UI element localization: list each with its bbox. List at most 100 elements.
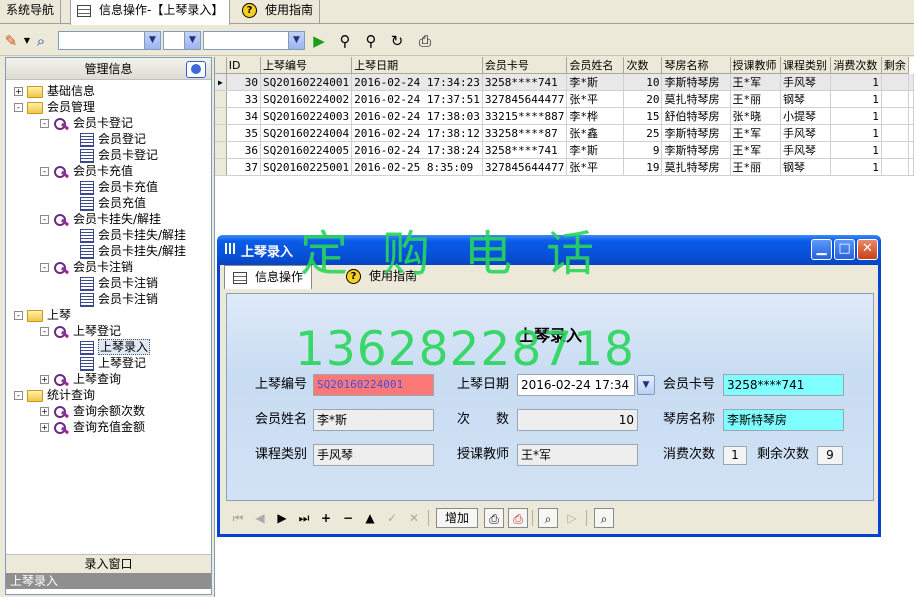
collapse-icon[interactable]: - xyxy=(14,391,23,400)
close-button[interactable]: ✕ xyxy=(857,239,878,260)
tree-node[interactable]: + 查询充值金额 xyxy=(40,419,145,435)
table-cell[interactable]: 手风琴 xyxy=(780,73,832,91)
window-menu-icon[interactable] xyxy=(225,243,235,254)
table-cell[interactable] xyxy=(881,107,910,125)
table-row[interactable]: ▶ 30 SQ20160224001 2016-02-24 17:34:23 3258*… xyxy=(215,73,914,91)
tab-info-operation[interactable]: 信息操作-【上琴录入】 xyxy=(70,0,231,25)
tree-node[interactable]: 会员卡登记 xyxy=(66,147,158,163)
table-cell[interactable]: 10 xyxy=(623,73,663,91)
room-field[interactable]: 李斯特琴房 xyxy=(723,409,844,431)
first-record-icon[interactable]: ⏮ xyxy=(228,508,248,528)
expand-icon[interactable]: + xyxy=(14,87,23,96)
table-cell[interactable]: 33258****87 xyxy=(482,124,568,142)
table-cell[interactable]: 王*丽 xyxy=(730,90,781,108)
count-field[interactable]: 10 xyxy=(517,409,638,431)
last-record-icon[interactable]: ⏭ xyxy=(294,508,314,528)
tree-node[interactable]: - 会员卡挂失/解挂 xyxy=(40,211,161,227)
table-cell[interactable]: 2016-02-25 8:35:09 xyxy=(351,158,483,176)
expand-icon[interactable]: + xyxy=(40,423,49,432)
table-cell[interactable]: 34 xyxy=(226,107,261,125)
column-header[interactable]: 授课教师 xyxy=(730,57,781,74)
table-cell[interactable]: 2016-02-24 17:38:12 xyxy=(351,124,483,142)
tree-node[interactable]: 会员卡注销 xyxy=(66,275,158,291)
row-indicator[interactable] xyxy=(215,90,227,108)
table-row[interactable]: 36 SQ20160224005 2016-02-24 17:38:24 3258**… xyxy=(215,141,914,159)
table-cell[interactable]: 1 xyxy=(830,124,882,142)
table-cell[interactable]: 李斯特琴房 xyxy=(661,141,731,159)
table-cell[interactable]: SQ20160224003 xyxy=(260,107,353,125)
search-user-icon[interactable]: ⚲ xyxy=(334,30,356,52)
table-cell[interactable]: 2016-02-24 17:34:23 xyxy=(351,73,483,91)
table-cell[interactable]: 25 xyxy=(623,124,663,142)
add-button[interactable]: 增加 xyxy=(436,508,478,528)
dialog-title-bar[interactable]: 上琴录入 ▁ □ ✕ xyxy=(217,235,881,265)
table-cell[interactable]: 张*平 xyxy=(566,158,625,176)
filter-field-combo[interactable]: ▼ xyxy=(58,31,161,50)
table-cell[interactable]: 张*鑫 xyxy=(566,124,625,142)
table-row[interactable]: 34 SQ20160224003 2016-02-24 17:38:03 33215*… xyxy=(215,107,914,125)
table-cell[interactable] xyxy=(881,124,910,142)
table-cell[interactable]: 张*晓 xyxy=(730,107,781,125)
table-cell[interactable]: 3258****741 xyxy=(482,73,568,91)
column-header[interactable]: 会员姓名 xyxy=(566,57,625,74)
row-indicator[interactable] xyxy=(215,158,227,176)
tree-node[interactable]: - 会员管理 xyxy=(14,99,95,115)
tree-node[interactable]: 会员卡充值 xyxy=(66,179,158,195)
run-query-icon[interactable]: ▶ xyxy=(308,30,330,52)
table-cell[interactable] xyxy=(881,141,910,159)
table-cell[interactable]: 钢琴 xyxy=(780,158,832,176)
tree-node[interactable]: 会员卡挂失/解挂 xyxy=(66,227,186,243)
tree-node[interactable]: - 会员卡充值 xyxy=(40,163,133,179)
tree-node[interactable]: 会员卡注销 xyxy=(66,291,158,307)
current-row-icon[interactable]: ▶ xyxy=(215,73,227,91)
table-cell[interactable]: 327845644477 xyxy=(482,90,568,108)
dialog-tab-guide[interactable]: ? 使用指南 xyxy=(338,265,425,289)
column-header[interactable]: 课程类别 xyxy=(780,57,832,74)
row-indicator[interactable] xyxy=(215,124,227,142)
prior-record-icon[interactable]: ◀ xyxy=(250,508,270,528)
table-cell[interactable]: SQ20160224001 xyxy=(260,73,353,91)
tree-node[interactable]: - 统计查询 xyxy=(14,387,95,403)
tab-user-guide[interactable]: ? 使用指南 xyxy=(236,0,321,24)
expand-icon[interactable]: + xyxy=(40,407,49,416)
row-indicator[interactable] xyxy=(215,107,227,125)
table-cell[interactable]: 王*军 xyxy=(730,124,781,142)
next-page-icon[interactable]: ▷ xyxy=(562,508,582,528)
tree-node[interactable]: 会员登记 xyxy=(66,131,146,147)
collapse-icon[interactable]: - xyxy=(14,311,23,320)
collapse-icon[interactable]: - xyxy=(40,215,49,224)
table-cell[interactable]: 30 xyxy=(226,73,261,91)
collapse-pane-icon[interactable] xyxy=(186,61,206,78)
tree-node[interactable]: - 上琴登记 xyxy=(40,323,121,339)
table-cell[interactable]: 手风琴 xyxy=(780,124,832,142)
table-cell[interactable]: 15 xyxy=(623,107,663,125)
teacher-field[interactable]: 王*军 xyxy=(517,444,638,466)
table-cell[interactable]: 李*斯 xyxy=(566,73,625,91)
search-all-icon[interactable]: ⚲ xyxy=(360,30,382,52)
date-picker-button[interactable]: ▼ xyxy=(637,375,655,395)
table-cell[interactable]: 莫扎特琴房 xyxy=(661,158,731,176)
delete-record-icon[interactable]: − xyxy=(338,508,358,528)
table-cell[interactable]: 王*军 xyxy=(730,73,781,91)
tree-node[interactable]: 上琴登记 xyxy=(66,355,146,371)
collapse-icon[interactable]: - xyxy=(40,119,49,128)
find-icon[interactable]: ⌕ xyxy=(30,30,52,52)
edit-record-icon[interactable]: ▲ xyxy=(360,508,380,528)
collapse-icon[interactable]: - xyxy=(14,103,23,112)
tree-node[interactable]: + 查询余额次数 xyxy=(40,403,145,419)
column-header[interactable]: ID xyxy=(226,57,261,74)
table-cell[interactable]: 3258****741 xyxy=(482,141,568,159)
zoom-icon[interactable]: ⌕ xyxy=(594,508,614,528)
refresh-icon[interactable]: ↻ xyxy=(386,30,408,52)
next-record-icon[interactable]: ▶ xyxy=(272,508,292,528)
remaining-count-field[interactable]: 9 xyxy=(817,446,843,465)
table-cell[interactable]: 35 xyxy=(226,124,261,142)
column-header[interactable]: 次数 xyxy=(623,57,663,74)
course-field[interactable]: 手风琴 xyxy=(313,444,434,466)
query-icon[interactable]: ⌕ xyxy=(538,508,558,528)
table-cell[interactable]: 1 xyxy=(830,141,882,159)
tree-node[interactable]: - 上琴 xyxy=(14,307,71,323)
dialog-tab-info[interactable]: 信息操作 xyxy=(224,265,313,289)
column-header[interactable]: 消费次数 xyxy=(830,57,882,74)
table-cell[interactable]: 1 xyxy=(830,158,882,176)
